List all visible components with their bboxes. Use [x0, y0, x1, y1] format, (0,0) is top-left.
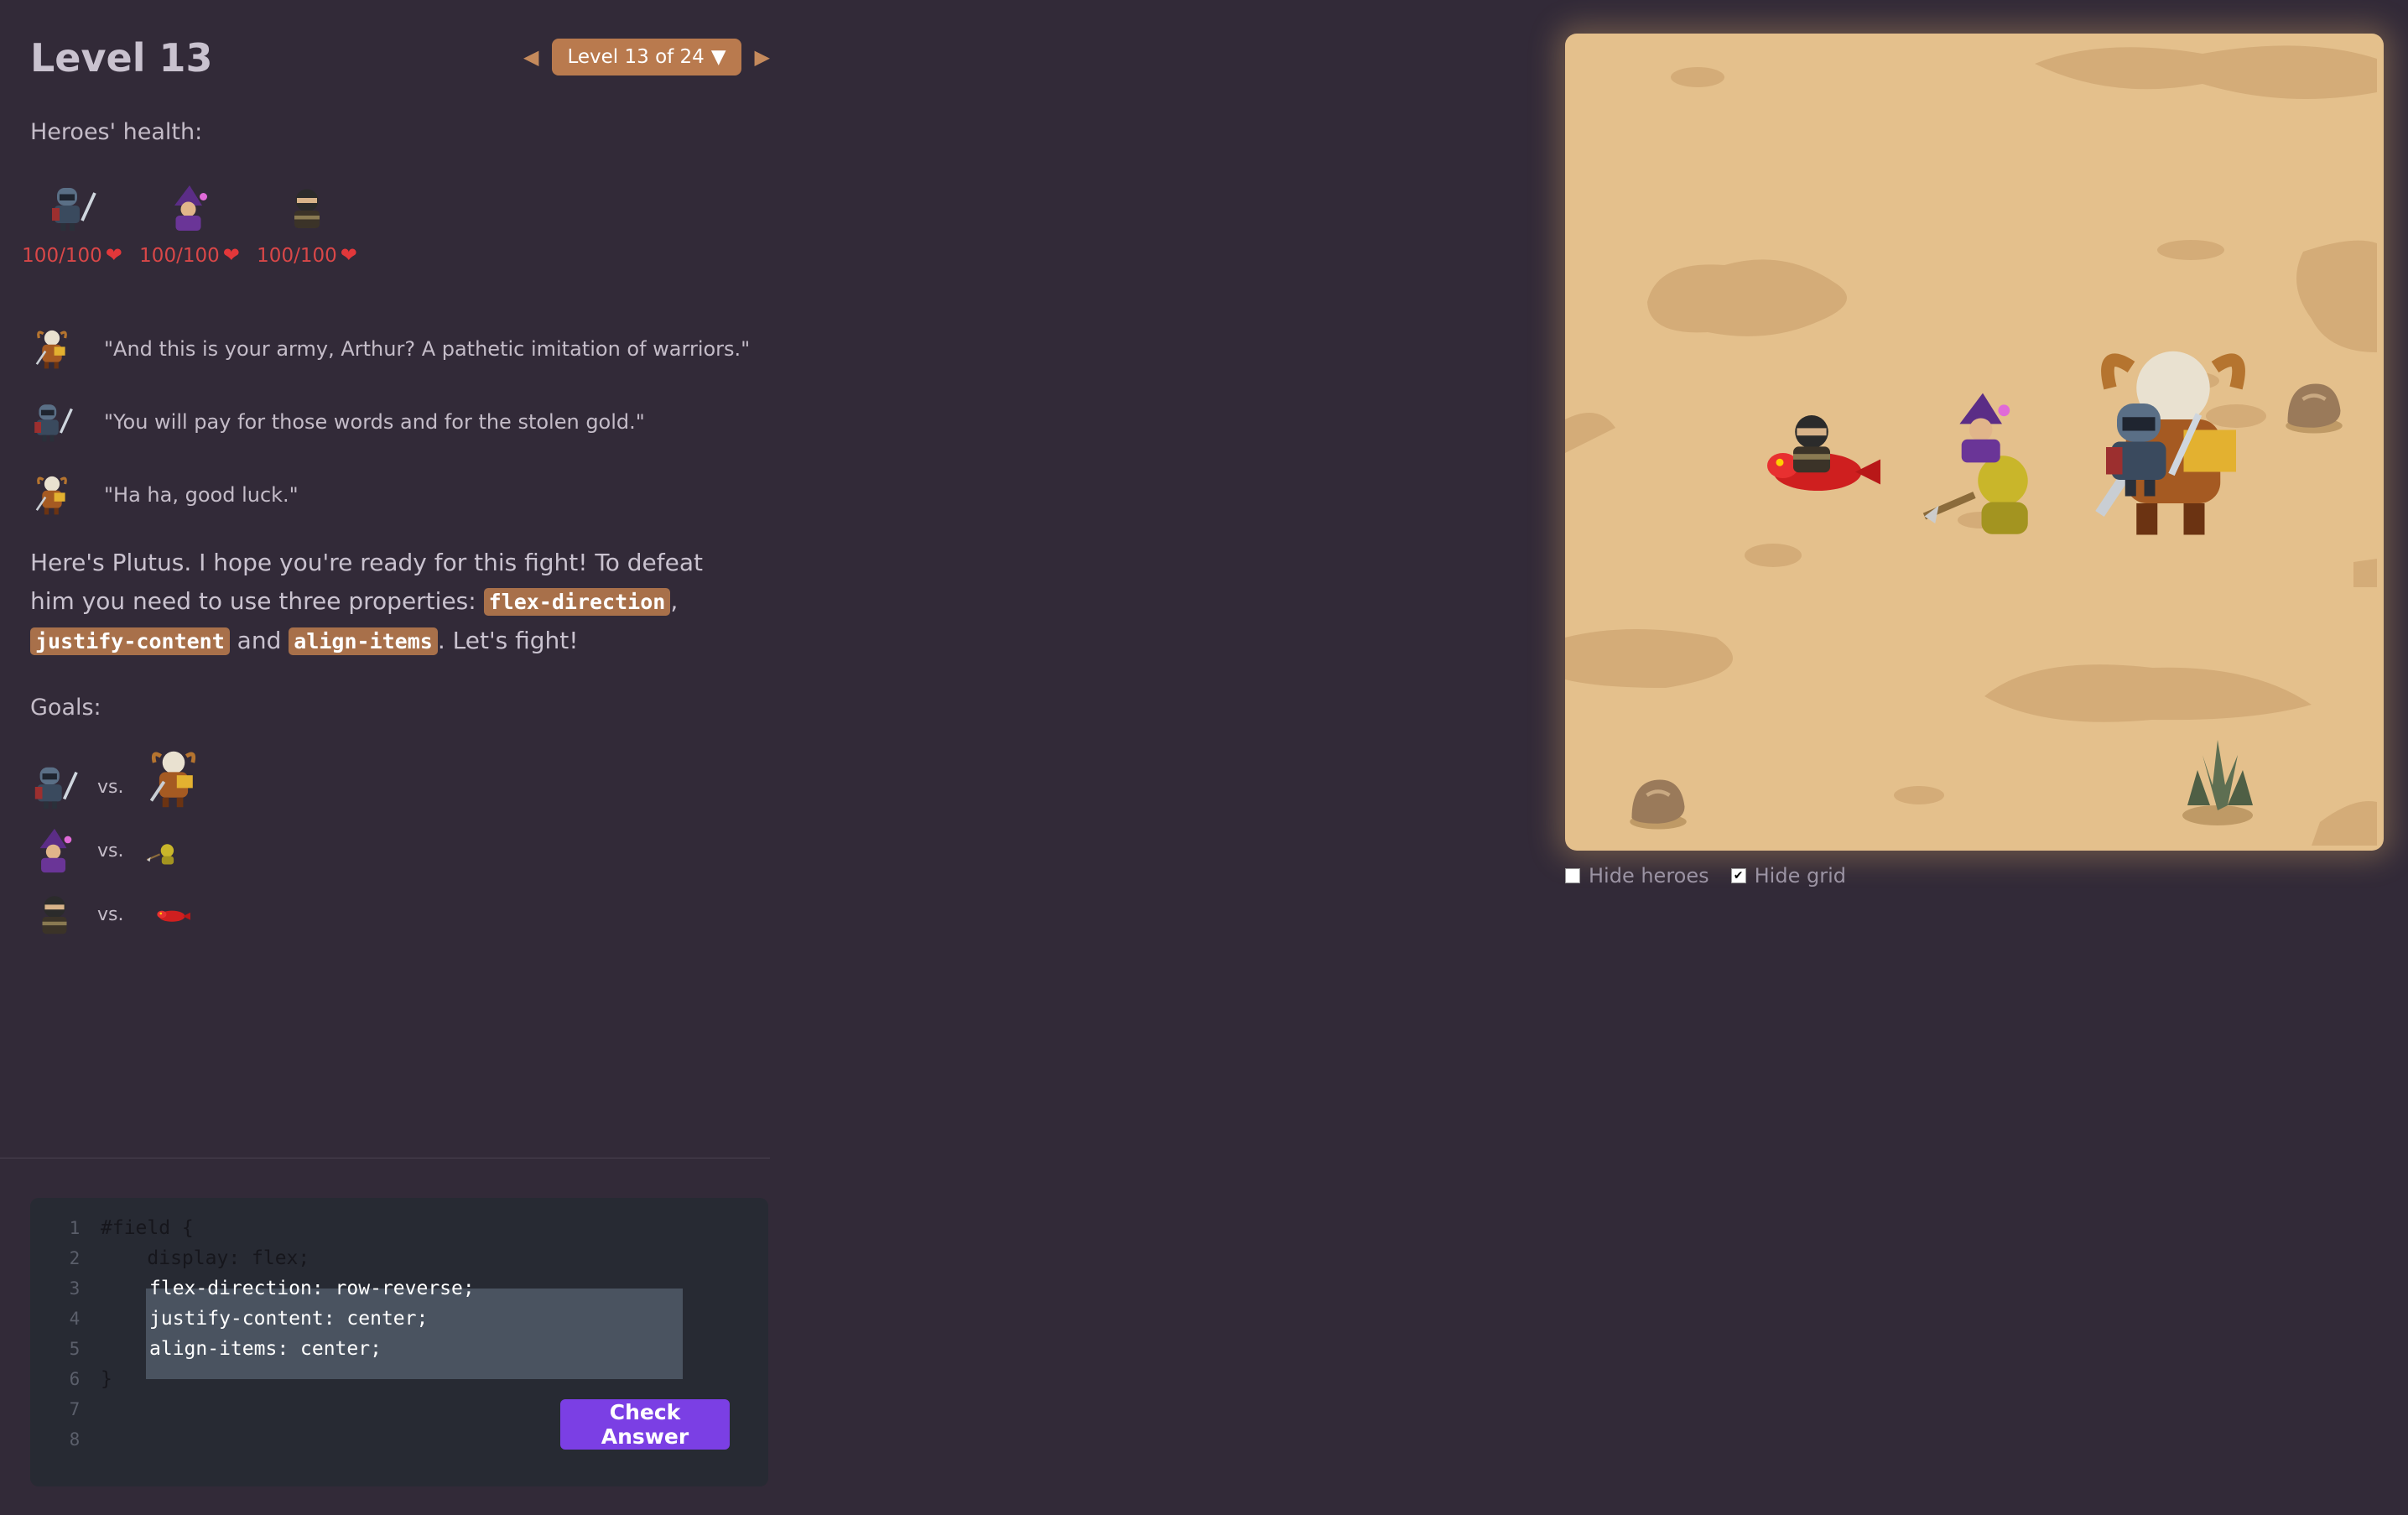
vs-label: vs.: [97, 903, 124, 925]
code-line: 1 #field {: [30, 1213, 768, 1243]
dialogue-text: "You will pay for those words and for th…: [104, 409, 645, 434]
heroes-health-label: Heroes' health:: [30, 119, 203, 145]
hero-health-ninja: 100/100 ❤: [257, 183, 357, 267]
hp-value: 100/100: [257, 245, 337, 267]
property-flex-direction: flex-direction: [483, 588, 671, 616]
code-line[interactable]: 5 align-items: center;: [30, 1334, 768, 1364]
knight-sprite-icon: [30, 400, 74, 444]
hero-health-knight: 100/100 ❤: [22, 183, 122, 267]
vs-label: vs.: [97, 840, 124, 862]
line-number: 7: [69, 1399, 81, 1419]
battlefield: [1565, 45, 2377, 846]
hide-heroes-checkbox[interactable]: [1565, 868, 1580, 883]
dialogue-line: "You will pay for those words and for th…: [30, 385, 750, 458]
hide-grid-option[interactable]: ✔ Hide grid: [1730, 864, 1846, 888]
dialogue-text: "Ha ha, good luck.": [104, 482, 299, 507]
level-navigation: ◀ Level 13 of 24 ▼ ▶: [523, 39, 770, 75]
plutus-sprite-icon: [30, 473, 74, 517]
property-justify-content: justify-content: [30, 627, 230, 655]
enemies: [1767, 351, 2239, 535]
wizard-sprite-icon: [30, 826, 79, 875]
code-input-text[interactable]: align-items: center;: [149, 1334, 382, 1364]
hero-hp: 100/100 ❤: [257, 243, 357, 267]
page-title: Level 13: [30, 35, 213, 81]
heart-icon: ❤: [222, 243, 240, 267]
hero-hp: 100/100 ❤: [139, 243, 240, 267]
check-answer-button[interactable]: Check Answer: [560, 1399, 730, 1450]
code-text: display: flex;: [101, 1247, 310, 1269]
next-level-icon[interactable]: ▶: [755, 45, 770, 69]
description-separator: and: [229, 627, 289, 654]
hero-hp: 100/100 ❤: [22, 243, 122, 267]
line-number: 6: [69, 1369, 81, 1389]
dialogue-line: "And this is your army, Arthur? A pathet…: [30, 312, 750, 385]
ninja-sprite-icon: [282, 183, 332, 233]
line-number: 3: [69, 1278, 81, 1299]
goals-list: vs. vs. vs.: [30, 755, 205, 946]
game-board: [1565, 34, 2384, 851]
dialogue: "And this is your army, Arthur? A pathet…: [30, 312, 750, 531]
goblin-sprite-icon: [142, 832, 185, 869]
line-number: 8: [69, 1429, 81, 1450]
triangle-down-icon: ▼: [710, 46, 726, 68]
level-selector-button[interactable]: Level 13 of 24 ▼: [552, 39, 741, 75]
line-number: 1: [69, 1218, 81, 1238]
heroes-health-list: 100/100 ❤ 100/100 ❤ 100/100 ❤: [22, 183, 357, 267]
knight-sprite-icon: [30, 763, 79, 811]
code-input-text[interactable]: flex-direction: row-reverse;: [149, 1273, 475, 1304]
property-align-items: align-items: [289, 627, 438, 655]
plutus-sprite-icon: [142, 738, 205, 819]
hide-heroes-option[interactable]: Hide heroes: [1565, 864, 1709, 888]
heart-icon: ❤: [105, 243, 122, 267]
level-description: Here's Plutus. I hope you're ready for t…: [30, 544, 752, 661]
line-number: 4: [69, 1309, 81, 1329]
line-number: 5: [69, 1339, 81, 1359]
hide-grid-label: Hide grid: [1754, 864, 1846, 888]
prev-level-icon[interactable]: ◀: [523, 45, 538, 69]
heart-icon: ❤: [340, 243, 357, 267]
red-dragon-sprite-icon: [142, 896, 202, 933]
code-text: }: [101, 1368, 112, 1390]
ninja-sprite-icon: [30, 890, 79, 939]
code-line[interactable]: 4 justify-content: center;: [30, 1304, 768, 1334]
code-editor[interactable]: 1 #field { 2 display: flex; 3 flex-directi…: [30, 1198, 768, 1486]
goal-knight-vs-plutus: vs.: [30, 755, 205, 819]
plutus-sprite-icon: [30, 327, 74, 371]
hero-health-wizard: 100/100 ❤: [139, 183, 240, 267]
wizard-sprite-icon: [164, 183, 215, 233]
goal-wizard-vs-goblin: vs.: [30, 819, 205, 882]
level-selector-label: Level 13 of 24: [567, 46, 705, 68]
hp-value: 100/100: [139, 245, 220, 267]
hide-grid-checkbox[interactable]: ✔: [1730, 868, 1746, 883]
dialogue-text: "And this is your army, Arthur? A pathet…: [104, 336, 751, 361]
line-number: 2: [69, 1248, 81, 1268]
vs-label: vs.: [97, 776, 124, 798]
dialogue-line: "Ha ha, good luck.": [30, 458, 750, 531]
goals-label: Goals:: [30, 695, 101, 721]
code-line[interactable]: 3 flex-direction: row-reverse;: [30, 1273, 768, 1304]
code-line: 6}: [30, 1364, 768, 1394]
hide-heroes-label: Hide heroes: [1589, 864, 1709, 888]
code-text: #field {: [101, 1217, 194, 1239]
hp-value: 100/100: [22, 245, 102, 267]
knight-sprite-icon: [47, 183, 97, 233]
description-separator: ,: [670, 587, 679, 615]
description-text: . Let's fight!: [437, 627, 579, 654]
goal-ninja-vs-dragon: vs.: [30, 882, 205, 946]
board-options: Hide heroes ✔ Hide grid: [1565, 864, 1846, 888]
code-input-text[interactable]: justify-content: center;: [149, 1304, 428, 1334]
instructions-panel: Level 13 ◀ Level 13 of 24 ▼ ▶ Heroes' he…: [0, 0, 770, 1515]
code-line: 2 display: flex;: [30, 1243, 768, 1273]
